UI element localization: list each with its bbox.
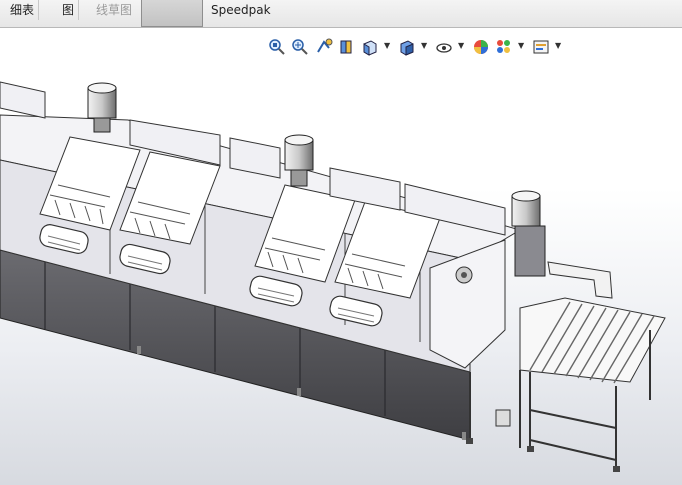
previous-view-icon[interactable] [315,38,333,56]
chevron-down-icon[interactable]: ▼ [518,41,524,50]
chevron-down-icon[interactable]: ▼ [384,41,390,50]
view-orientation-icon[interactable] [361,38,379,56]
heads-up-view-toolbar: ▼ ▼ ▼ ▼ ▼ [0,38,682,58]
tab-drawing[interactable]: 图 [58,0,80,20]
command-manager-tabs: 细表 图 线草图 Speedpak [0,0,682,28]
tab-speedpak[interactable]: Speedpak [207,0,275,20]
graphics-area[interactable]: ▼ ▼ ▼ ▼ ▼ [0,28,682,485]
chevron-down-icon[interactable]: ▼ [555,41,561,50]
tab-active-blank[interactable] [141,0,203,27]
chevron-down-icon[interactable]: ▼ [458,41,464,50]
zoom-to-fit-icon[interactable] [268,38,286,56]
tab-sketch[interactable]: 线草图 [92,0,136,20]
apply-scene-icon[interactable] [495,38,513,56]
hide-show-items-icon[interactable] [435,38,453,56]
tab-bom[interactable]: 细表 [6,0,40,20]
view-settings-icon[interactable] [532,38,550,56]
edit-appearance-icon[interactable] [472,38,490,56]
zoom-to-area-icon[interactable] [291,38,309,56]
section-view-icon[interactable] [338,38,356,56]
chevron-down-icon[interactable]: ▼ [421,41,427,50]
display-style-icon[interactable] [398,38,416,56]
machine-model [0,81,666,472]
